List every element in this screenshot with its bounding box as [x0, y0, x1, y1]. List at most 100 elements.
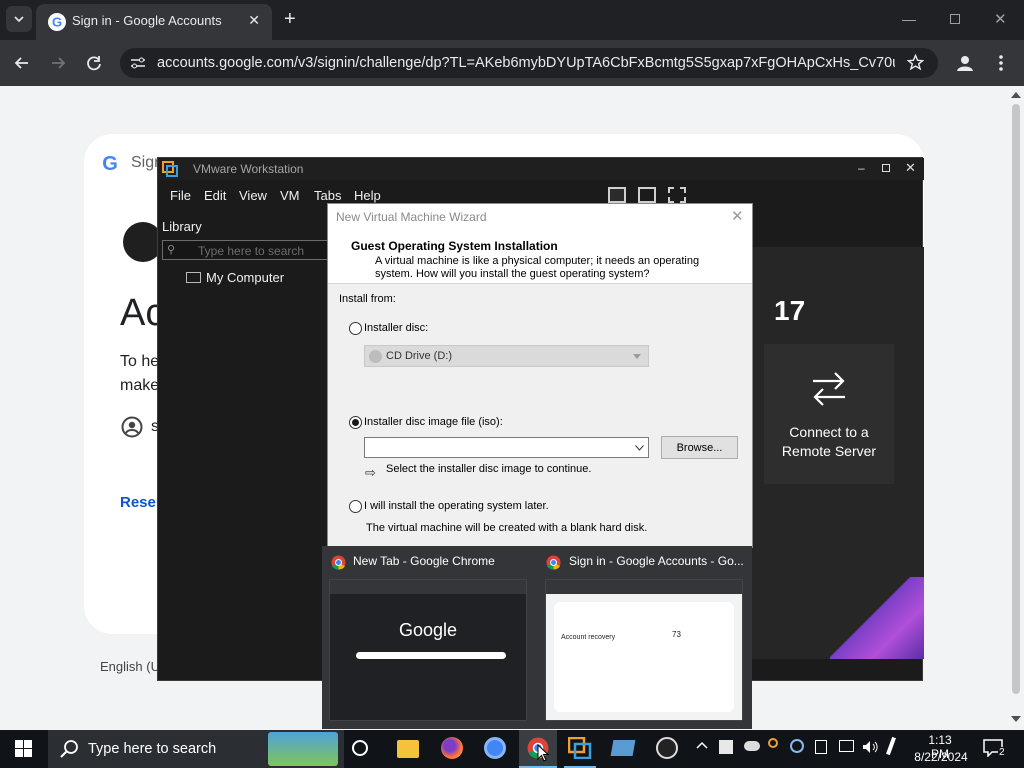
vmware-minimize-icon[interactable]: – [858, 161, 865, 175]
chevron-down-icon[interactable] [635, 445, 644, 451]
wizard-heading: Guest Operating System Installation [351, 239, 558, 253]
scrollbar-thumb[interactable] [1012, 104, 1020, 694]
toolbar-view-icon-2[interactable] [638, 187, 656, 203]
chrome-icon [331, 555, 346, 570]
chevron-down-icon [14, 16, 24, 23]
menu-view[interactable]: View [239, 188, 267, 203]
tab-sign-in[interactable]: G Sign in - Google Accounts ✕ [36, 4, 272, 40]
search-icon [60, 739, 80, 759]
clock-date[interactable]: 8/22/2024 [910, 750, 972, 764]
profile-icon[interactable] [955, 53, 975, 73]
preview-title-new-tab: New Tab - Google Chrome [353, 554, 495, 568]
tray-cloud-icon[interactable] [744, 741, 760, 751]
wizard-title: New Virtual Machine Wizard [336, 210, 487, 224]
browse-button[interactable]: Browse... [661, 436, 738, 459]
wizard-subtext-line2: system. How will you install the guest o… [375, 268, 650, 280]
installer-disc-label[interactable]: Installer disc: [364, 322, 428, 334]
tray-overflow-chevron-icon[interactable] [696, 741, 708, 749]
connect-label-line1: Connect to a [789, 424, 869, 440]
forward-icon[interactable] [48, 53, 68, 73]
menu-edit[interactable]: Edit [204, 188, 226, 203]
taskbar-search-box[interactable]: Type here to search [48, 730, 344, 768]
menu-file[interactable]: File [170, 188, 191, 203]
new-vm-wizard-dialog: New Virtual Machine Wizard ✕ Guest Opera… [327, 203, 753, 548]
tray-copy-icon[interactable] [815, 740, 827, 754]
iso-image-label[interactable]: Installer disc image file (iso): [364, 416, 503, 428]
vmware-logo-icon [162, 161, 178, 177]
window-restore-icon[interactable] [950, 14, 960, 24]
iso-path-combobox[interactable] [364, 437, 649, 458]
vmware-title: VMware Workstation [193, 162, 304, 176]
tray-volume-icon[interactable] [862, 740, 880, 754]
menu-help[interactable]: Help [354, 188, 381, 203]
window-close-icon[interactable]: ✕ [994, 10, 1007, 28]
computer-icon [186, 272, 201, 283]
vmware-close-icon[interactable]: ✕ [905, 160, 916, 176]
wizard-subtext-line1: A virtual machine is like a physical com… [375, 255, 700, 267]
tree-item-my-computer[interactable]: My Computer [206, 270, 284, 285]
window-minimize-icon[interactable] [902, 20, 916, 21]
vmware-version: 17 [774, 295, 806, 326]
task-view-icon[interactable] [352, 740, 368, 756]
wizard-close-icon[interactable]: ✕ [731, 207, 744, 225]
search-icon: ⚲ [167, 244, 176, 256]
new-tab-button[interactable]: + [284, 8, 296, 31]
vmware-home-panel: 17 Connect to a Remote Server [734, 247, 924, 659]
reload-icon[interactable] [84, 53, 104, 73]
menu-tabs[interactable]: Tabs [314, 188, 341, 203]
address-bar[interactable]: accounts.google.com/v3/signin/challenge/… [120, 48, 938, 78]
firefox-icon[interactable] [441, 737, 463, 759]
tab-search-button[interactable] [6, 6, 32, 32]
install-from-label: Install from: [339, 293, 396, 305]
connect-label-line2: Remote Server [781, 443, 877, 459]
app-window-icon[interactable] [610, 740, 636, 756]
cd-drive-icon [369, 350, 382, 363]
tray-windows-update-icon[interactable] [719, 740, 733, 754]
vmware-taskbar-button[interactable] [564, 730, 596, 768]
bookmark-star-icon[interactable] [907, 54, 924, 71]
scroll-up-arrow-icon[interactable] [1011, 92, 1021, 98]
body-text-line1: To he [120, 353, 160, 370]
svg-text:G: G [52, 15, 62, 30]
radio-iso-image[interactable] [349, 416, 362, 429]
toolbar-view-icon-3[interactable] [668, 187, 686, 203]
start-button[interactable] [15, 740, 33, 758]
install-later-label[interactable]: I will install the operating system late… [364, 500, 549, 512]
chrome-icon [546, 555, 561, 570]
site-info-icon[interactable] [130, 56, 146, 70]
scroll-down-arrow-icon[interactable] [1011, 716, 1021, 722]
account-circle-icon [121, 416, 143, 438]
connect-remote-server-button[interactable]: Connect to a Remote Server [764, 344, 894, 484]
tray-key-icon[interactable] [768, 738, 778, 748]
tray-search-icon[interactable] [790, 739, 804, 753]
preview-new-tab[interactable]: New Tab - Google Chrome Google [322, 546, 537, 729]
body-text-line2: make [120, 377, 160, 394]
iso-hint-text: Select the installer disc image to conti… [386, 463, 592, 475]
menu-vm[interactable]: VM [280, 188, 300, 203]
disc-drive-select[interactable]: CD Drive (D:) [364, 345, 649, 367]
preview-sign-in[interactable]: Sign in - Google Accounts - Go... Accoun… [537, 546, 752, 729]
vmware-brand-graphic [830, 577, 924, 659]
tab-title: Sign in - Google Accounts [72, 13, 222, 28]
install-later-hint: The virtual machine will be created with… [366, 522, 648, 534]
library-search-input[interactable]: ⚲ Type here to search [162, 240, 332, 260]
mini-tabstrip [546, 580, 742, 594]
vmware-maximize-icon[interactable] [882, 164, 890, 172]
tray-network-icon[interactable] [839, 740, 854, 752]
chevron-down-icon [633, 354, 641, 359]
search-highlight-image [268, 732, 338, 766]
obs-icon[interactable] [656, 737, 678, 759]
radio-installer-disc[interactable] [349, 322, 362, 335]
mini-google-logo: Google [398, 620, 458, 640]
tab-close-icon[interactable]: ✕ [248, 12, 260, 29]
url-text[interactable]: accounts.google.com/v3/signin/challenge/… [157, 55, 895, 71]
back-icon[interactable] [12, 53, 32, 73]
language-selector[interactable]: English (U [100, 659, 160, 674]
menu-kebab-icon[interactable] [998, 54, 1004, 72]
file-explorer-icon[interactable] [397, 740, 419, 758]
preview-image-sign-in: Account recovery 73 [545, 579, 743, 721]
preview-image-new-tab: Google [329, 579, 527, 721]
radio-install-later[interactable] [349, 500, 362, 513]
toolbar-view-icon-1[interactable] [608, 187, 626, 203]
chrome-alt-icon[interactable] [484, 737, 506, 759]
